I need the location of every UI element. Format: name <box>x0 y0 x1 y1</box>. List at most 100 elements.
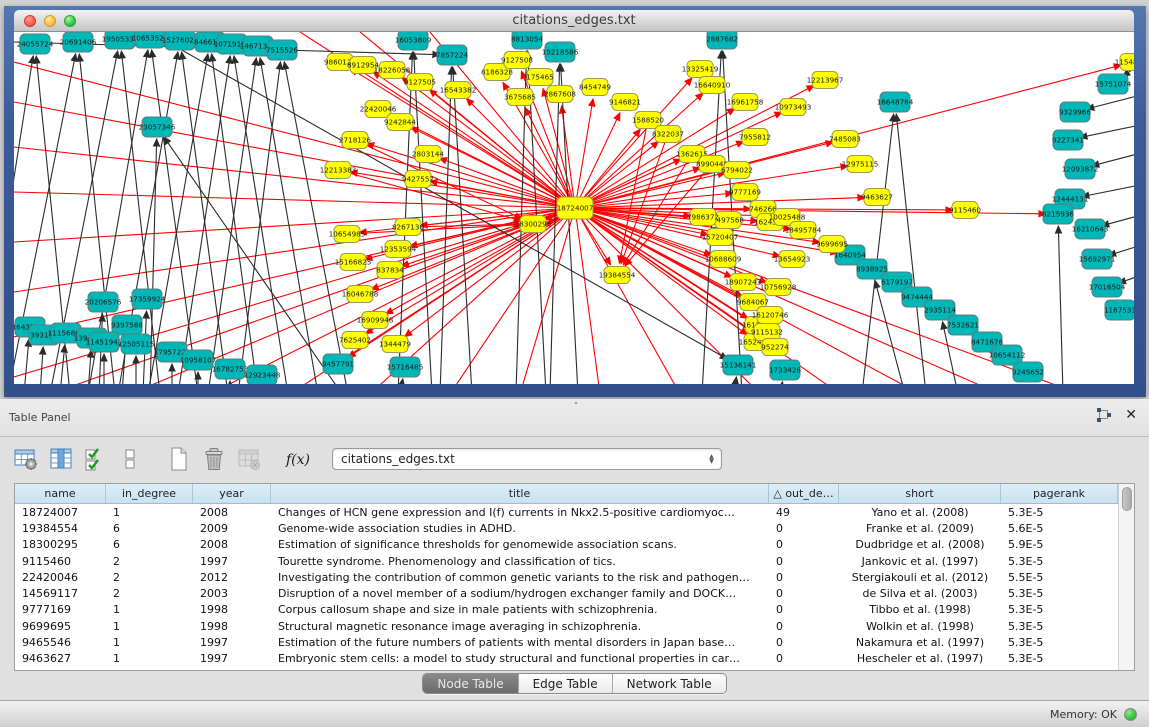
minimize-window-button[interactable] <box>44 15 56 27</box>
table-selector-value: citations_edges.txt <box>341 452 455 466</box>
table-row[interactable]: 2242004622012Investigating the contribut… <box>15 569 1118 585</box>
table-cell: 0 <box>769 587 839 600</box>
table-cell: 0 <box>769 538 839 551</box>
function-builder-icon: f(x) <box>283 446 311 472</box>
table-cell: Wolkin et al. (1998) <box>839 620 1001 633</box>
table-selector-dropdown[interactable]: citations_edges.txt ▲▼ <box>332 448 722 470</box>
window-titlebar[interactable]: citations_edges.txt <box>14 10 1134 32</box>
table-row[interactable]: 946362711997Embryonic stem cells: a mode… <box>15 651 1118 667</box>
network-node-label: 175465 <box>526 73 553 82</box>
network-node-label: 9457791 <box>322 360 354 369</box>
table-cell: 1 <box>106 652 193 665</box>
table-cell: 1997 <box>193 555 271 568</box>
table-cell: Jankovic et al. (1997) <box>839 555 1001 568</box>
network-node-label: 10025488 <box>769 213 806 222</box>
window-controls <box>24 15 76 27</box>
table-cell: 0 <box>769 522 839 535</box>
column-header-name[interactable]: name <box>15 484 106 503</box>
network-node-label: 12213383 <box>320 166 357 175</box>
table-row[interactable]: 1938455462009Genome-wide association stu… <box>15 520 1118 536</box>
table-cell: 0 <box>769 652 839 665</box>
network-node-label: 15692971 <box>1079 255 1116 264</box>
network-node-label: 24055724 <box>17 40 54 49</box>
network-node-label: 12213967 <box>807 76 844 85</box>
zoom-window-button[interactable] <box>64 15 76 27</box>
close-window-button[interactable] <box>24 15 36 27</box>
table-cell: 5.3E-5 <box>1001 506 1118 519</box>
column-header-year[interactable]: year <box>193 484 271 503</box>
network-node-label: 9397588 <box>111 321 143 330</box>
panel-splitter-handle[interactable]: ▴ <box>575 401 583 405</box>
tab-edge-table[interactable]: Edge Table <box>519 674 613 693</box>
network-node-label: 18300295 <box>515 220 552 229</box>
table-toolbar: f(x) citations_edges.txt ▲▼ <box>0 437 1149 481</box>
network-node-label: 16046788 <box>342 290 379 299</box>
table-row[interactable]: 977716911998Corpus callosum shape and si… <box>15 602 1118 618</box>
network-node-label: 8267130 <box>392 223 424 232</box>
table-row[interactable]: 946554611997Estimation of the future num… <box>15 634 1118 650</box>
network-view[interactable]: 2405572420691406195053391065352715276021… <box>14 32 1134 384</box>
network-node-label: 16543382 <box>440 86 477 95</box>
float-panel-button[interactable] <box>1097 408 1111 422</box>
table-options-button[interactable] <box>12 445 40 473</box>
network-canvas[interactable]: 2405572420691406195053391065352715276021… <box>14 32 1134 384</box>
column-header-pagerank[interactable]: pagerank <box>1001 484 1118 503</box>
table-cell: 9699695 <box>15 620 106 633</box>
column-header-title[interactable]: title <box>271 484 769 503</box>
table-panel: ▴ Table Panel ✕ <box>0 399 1149 727</box>
column-header-out_de[interactable]: △ out_de… <box>769 484 839 503</box>
network-node-label: 9427552 <box>402 175 434 184</box>
table-cell: Embryonic stem cells: a model to study s… <box>271 652 769 665</box>
table-cell: Franke et al. (2009) <box>839 522 1001 535</box>
table-cell: 1998 <box>193 603 271 616</box>
table-row[interactable]: 969969511998Structural magnetic resonanc… <box>15 618 1118 634</box>
scrollbar-thumb[interactable] <box>1122 487 1132 511</box>
column-header-in_degree[interactable]: in_degree <box>106 484 193 503</box>
table-cell: 5.3E-5 <box>1001 652 1118 665</box>
table-cell: 5.3E-5 <box>1001 620 1118 633</box>
table-row[interactable]: 911546021997Tourette syndrome. Phenomeno… <box>15 553 1118 569</box>
network-node-label: 13325419 <box>682 65 719 74</box>
table-cell: Hescheler et al. (1997) <box>839 652 1001 665</box>
tab-network-table[interactable]: Network Table <box>613 674 726 693</box>
table-cell: 5.3E-5 <box>1001 587 1118 600</box>
network-node-label: 8454749 <box>579 83 611 92</box>
network-node-label: 7986372 <box>687 213 719 222</box>
close-panel-button[interactable]: ✕ <box>1125 408 1137 422</box>
table-cell: 14569117 <box>15 587 106 600</box>
table-row[interactable]: 1872400712008Changes of HCN gene express… <box>15 504 1118 520</box>
table-scrollbar[interactable] <box>1118 484 1134 670</box>
select-all-button[interactable] <box>82 445 110 473</box>
svg-text:f(x): f(x) <box>285 452 310 468</box>
table-header-row: namein_degreeyeartitle△ out_de…shortpage… <box>15 484 1118 504</box>
delete-table-button[interactable] <box>235 445 263 473</box>
table-row[interactable]: 1830029562008Estimation of significance … <box>15 537 1118 553</box>
network-node-label: 2887682 <box>706 35 738 44</box>
new-table-button[interactable] <box>165 445 193 473</box>
table-cell: 5.3E-5 <box>1001 603 1118 616</box>
network-node-label: 15716485 <box>387 363 424 372</box>
delete-rows-button[interactable] <box>200 445 228 473</box>
table-cell: 2 <box>106 571 193 584</box>
deselect-all-button[interactable] <box>117 445 145 473</box>
table-cell: 6 <box>106 522 193 535</box>
tab-node-table[interactable]: Node Table <box>423 674 518 693</box>
table-row[interactable]: 1456911722003Disruption of a novel membe… <box>15 585 1118 601</box>
table-cell: 0 <box>769 555 839 568</box>
table-cell: 2009 <box>193 522 271 535</box>
memory-status-icon[interactable] <box>1124 708 1137 721</box>
table-cell: 5.3E-5 <box>1001 636 1118 649</box>
column-header-short[interactable]: short <box>839 484 1001 503</box>
trash-icon <box>201 446 227 472</box>
network-node-label: 9329966 <box>1059 108 1091 117</box>
network-node-label: 12923448 <box>244 371 281 380</box>
network-node-label: 8813054 <box>511 35 543 44</box>
network-node-label: 12444131 <box>1052 195 1089 204</box>
show-column-icon <box>48 446 74 472</box>
show-column-button[interactable] <box>47 445 75 473</box>
table-cell: 1 <box>106 636 193 649</box>
function-builder-button[interactable]: f(x) <box>283 445 311 473</box>
network-node-label: 3675685 <box>504 93 536 102</box>
table-cell: 1 <box>106 603 193 616</box>
network-node-label: 1588520 <box>632 116 664 125</box>
